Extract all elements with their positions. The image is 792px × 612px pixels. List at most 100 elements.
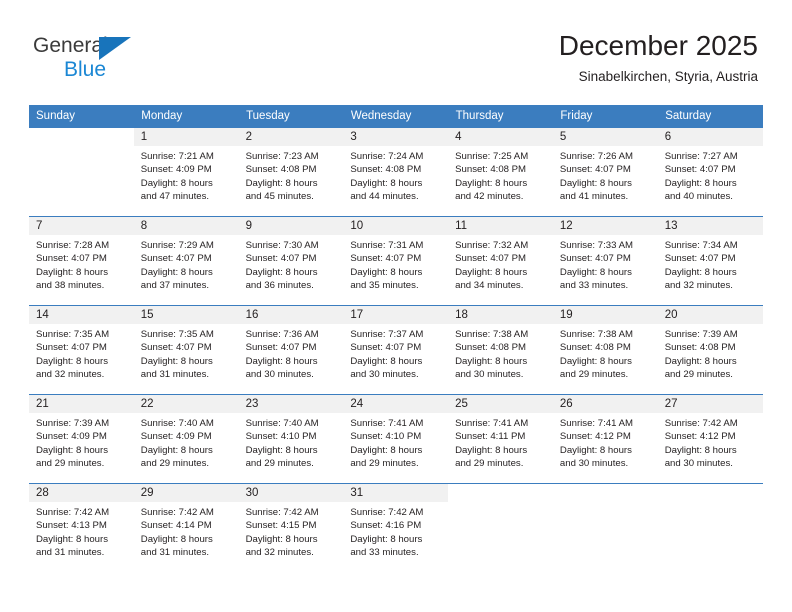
calendar-day-cell[interactable]: 10 Sunrise: 7:31 AM Sunset: 4:07 PM Dayligh…: [343, 216, 449, 306]
calendar-day-cell[interactable]: 21 Sunrise: 7:39 AM Sunset: 4:09 PM Dayligh…: [29, 394, 134, 484]
brand-logo[interactable]: General Blue: [33, 34, 233, 86]
day-info: Sunrise: 7:39 AM Sunset: 4:08 PM Daylight:…: [658, 324, 763, 381]
calendar-day-cell[interactable]: [29, 127, 134, 217]
daylight-text-line1: Daylight: 8 hours: [36, 266, 108, 278]
day-number: 10: [343, 217, 449, 235]
daylight-text-line2: and 41 minutes.: [559, 190, 629, 202]
day-cell-content: 7 Sunrise: 7:28 AM Sunset: 4:07 PM Daylight…: [29, 217, 134, 305]
daylight-text-line2: and 29 minutes.: [664, 368, 733, 380]
calendar-day-cell[interactable]: 13 Sunrise: 7:34 AM Sunset: 4:07 PM Dayligh…: [657, 216, 763, 306]
day-number: 17: [343, 306, 449, 324]
calendar-day-cell[interactable]: 17 Sunrise: 7:37 AM Sunset: 4:07 PM Dayligh…: [343, 305, 449, 395]
calendar-day-cell[interactable]: 28 Sunrise: 7:42 AM Sunset: 4:13 PM Dayligh…: [29, 483, 134, 572]
calendar-day-cell[interactable]: 14 Sunrise: 7:35 AM Sunset: 4:07 PM Dayligh…: [29, 305, 134, 395]
day-cell-content: 17 Sunrise: 7:37 AM Sunset: 4:07 PM Dayligh…: [343, 306, 449, 394]
daylight-text-line1: Daylight: 8 hours: [140, 355, 213, 367]
calendar-day-cell[interactable]: 1 Sunrise: 7:21 AM Sunset: 4:09 PM Daylight…: [133, 127, 239, 217]
day-number: 8: [133, 217, 239, 235]
sunset-text: Sunset: 4:07 PM: [36, 253, 107, 265]
weekday-header-monday: Monday: [133, 105, 240, 128]
calendar-day-cell[interactable]: 2 Sunrise: 7:23 AM Sunset: 4:08 PM Daylight…: [238, 127, 344, 217]
calendar-day-cell[interactable]: [657, 483, 763, 572]
daylight-text-line1: Daylight: 8 hours: [36, 355, 108, 367]
calendar-day-cell[interactable]: 16 Sunrise: 7:36 AM Sunset: 4:07 PM Dayligh…: [238, 305, 344, 395]
sunrise-text: Sunrise: 7:33 AM: [559, 240, 633, 251]
calendar-day-cell[interactable]: 4 Sunrise: 7:25 AM Sunset: 4:08 PM Daylight…: [448, 127, 553, 217]
calendar-day-cell[interactable]: 5 Sunrise: 7:26 AM Sunset: 4:07 PM Daylight…: [552, 127, 658, 217]
daylight-text-line2: and 30 minutes.: [455, 368, 524, 380]
day-info: Sunrise: 7:30 AM Sunset: 4:07 PM Daylight:…: [239, 235, 344, 292]
calendar-day-cell[interactable]: [552, 483, 658, 572]
daylight-text-line1: Daylight: 8 hours: [455, 444, 528, 456]
calendar-day-cell[interactable]: 3 Sunrise: 7:24 AM Sunset: 4:08 PM Daylight…: [343, 127, 449, 217]
day-cell-content: 25 Sunrise: 7:41 AM Sunset: 4:11 PM Dayligh…: [448, 395, 553, 483]
daylight-text-line2: and 31 minutes.: [140, 546, 210, 558]
calendar-day-cell[interactable]: 7 Sunrise: 7:28 AM Sunset: 4:07 PM Daylight…: [29, 216, 134, 306]
weekday-header-sunday: Sunday: [29, 105, 135, 128]
daylight-text-line1: Daylight: 8 hours: [455, 266, 528, 278]
daylight-text-line1: Daylight: 8 hours: [350, 177, 423, 189]
day-number: 3: [343, 128, 449, 146]
calendar-day-cell[interactable]: 18 Sunrise: 7:38 AM Sunset: 4:08 PM Dayligh…: [448, 305, 553, 395]
day-info: Sunrise: 7:29 AM Sunset: 4:07 PM Daylight:…: [134, 235, 239, 292]
calendar-day-cell[interactable]: 19 Sunrise: 7:38 AM Sunset: 4:08 PM Dayligh…: [552, 305, 658, 395]
calendar-day-cell[interactable]: 27 Sunrise: 7:42 AM Sunset: 4:12 PM Dayligh…: [657, 394, 763, 484]
calendar-day-cell[interactable]: 15 Sunrise: 7:35 AM Sunset: 4:07 PM Dayligh…: [133, 305, 239, 395]
sunrise-text: Sunrise: 7:32 AM: [455, 240, 529, 251]
calendar-day-cell[interactable]: 29 Sunrise: 7:42 AM Sunset: 4:14 PM Dayligh…: [133, 483, 239, 572]
day-info: Sunrise: 7:42 AM Sunset: 4:15 PM Daylight:…: [239, 502, 344, 559]
brand-name-general: General: [33, 34, 108, 57]
calendar-day-cell[interactable]: 24 Sunrise: 7:41 AM Sunset: 4:10 PM Dayligh…: [343, 394, 449, 484]
sunset-text: Sunset: 4:10 PM: [350, 431, 422, 443]
calendar-day-cell[interactable]: 25 Sunrise: 7:41 AM Sunset: 4:11 PM Dayligh…: [448, 394, 553, 484]
page-header: General Blue December 2025 Sinabelkirche…: [0, 0, 792, 100]
day-info: Sunrise: 7:38 AM Sunset: 4:08 PM Daylight:…: [448, 324, 553, 381]
calendar-day-cell[interactable]: 30 Sunrise: 7:42 AM Sunset: 4:15 PM Dayligh…: [238, 483, 344, 572]
daylight-text-line2: and 40 minutes.: [664, 190, 733, 202]
day-info: Sunrise: 7:33 AM Sunset: 4:07 PM Daylight:…: [553, 235, 658, 292]
calendar-day-cell[interactable]: 12 Sunrise: 7:33 AM Sunset: 4:07 PM Dayligh…: [552, 216, 658, 306]
sunrise-text: Sunrise: 7:39 AM: [664, 329, 738, 340]
daylight-text-line1: Daylight: 8 hours: [559, 177, 632, 189]
calendar-day-cell[interactable]: 8 Sunrise: 7:29 AM Sunset: 4:07 PM Daylight…: [133, 216, 239, 306]
day-cell-content: 8 Sunrise: 7:29 AM Sunset: 4:07 PM Daylight…: [133, 217, 239, 305]
day-number: 14: [29, 306, 134, 324]
daylight-text-line2: and 38 minutes.: [36, 279, 105, 291]
day-info: Sunrise: 7:41 AM Sunset: 4:12 PM Daylight:…: [553, 413, 658, 470]
daylight-text-line1: Daylight: 8 hours: [559, 266, 632, 278]
day-info: Sunrise: 7:40 AM Sunset: 4:10 PM Daylight:…: [239, 413, 344, 470]
calendar-day-cell[interactable]: 23 Sunrise: 7:40 AM Sunset: 4:10 PM Dayligh…: [238, 394, 344, 484]
calendar-day-cell[interactable]: 9 Sunrise: 7:30 AM Sunset: 4:07 PM Daylight…: [238, 216, 344, 306]
calendar-day-cell[interactable]: 20 Sunrise: 7:39 AM Sunset: 4:08 PM Dayligh…: [657, 305, 763, 395]
day-cell-content: 13 Sunrise: 7:34 AM Sunset: 4:07 PM Dayligh…: [657, 217, 763, 305]
day-number: 29: [133, 484, 239, 502]
calendar-day-cell[interactable]: 31 Sunrise: 7:42 AM Sunset: 4:16 PM Dayligh…: [343, 483, 449, 572]
day-info: Sunrise: 7:41 AM Sunset: 4:11 PM Daylight:…: [448, 413, 553, 470]
day-info: Sunrise: 7:21 AM Sunset: 4:09 PM Daylight:…: [134, 146, 239, 203]
day-number: 28: [29, 484, 134, 502]
daylight-text-line2: and 31 minutes.: [36, 546, 105, 558]
daylight-text-line1: Daylight: 8 hours: [350, 533, 423, 545]
day-cell-content: 16 Sunrise: 7:36 AM Sunset: 4:07 PM Dayligh…: [238, 306, 344, 394]
sunrise-text: Sunrise: 7:42 AM: [245, 507, 319, 518]
calendar-day-cell[interactable]: 26 Sunrise: 7:41 AM Sunset: 4:12 PM Dayligh…: [552, 394, 658, 484]
daylight-text-line1: Daylight: 8 hours: [350, 444, 423, 456]
day-number: 13: [657, 217, 763, 235]
day-cell-content: 1 Sunrise: 7:21 AM Sunset: 4:09 PM Daylight…: [133, 128, 239, 216]
daylight-text-line1: Daylight: 8 hours: [245, 533, 318, 545]
calendar-day-cell[interactable]: 22 Sunrise: 7:40 AM Sunset: 4:09 PM Dayligh…: [133, 394, 239, 484]
sunrise-text: Sunrise: 7:42 AM: [664, 418, 738, 429]
day-number: 23: [238, 395, 344, 413]
sunrise-text: Sunrise: 7:27 AM: [664, 151, 738, 162]
calendar-day-cell[interactable]: [448, 483, 553, 572]
sunset-text: Sunset: 4:07 PM: [664, 253, 736, 265]
calendar-day-cell[interactable]: 6 Sunrise: 7:27 AM Sunset: 4:07 PM Daylight…: [657, 127, 763, 217]
daylight-text-line2: and 32 minutes.: [36, 368, 105, 380]
sunset-text: Sunset: 4:07 PM: [350, 342, 422, 354]
calendar-day-cell[interactable]: 11 Sunrise: 7:32 AM Sunset: 4:07 PM Dayligh…: [448, 216, 553, 306]
day-info: Sunrise: 7:26 AM Sunset: 4:07 PM Daylight:…: [553, 146, 658, 203]
sunrise-text: Sunrise: 7:42 AM: [350, 507, 424, 518]
day-number: 6: [657, 128, 763, 146]
sunrise-text: Sunrise: 7:34 AM: [664, 240, 738, 251]
daylight-text-line2: and 30 minutes.: [350, 368, 419, 380]
